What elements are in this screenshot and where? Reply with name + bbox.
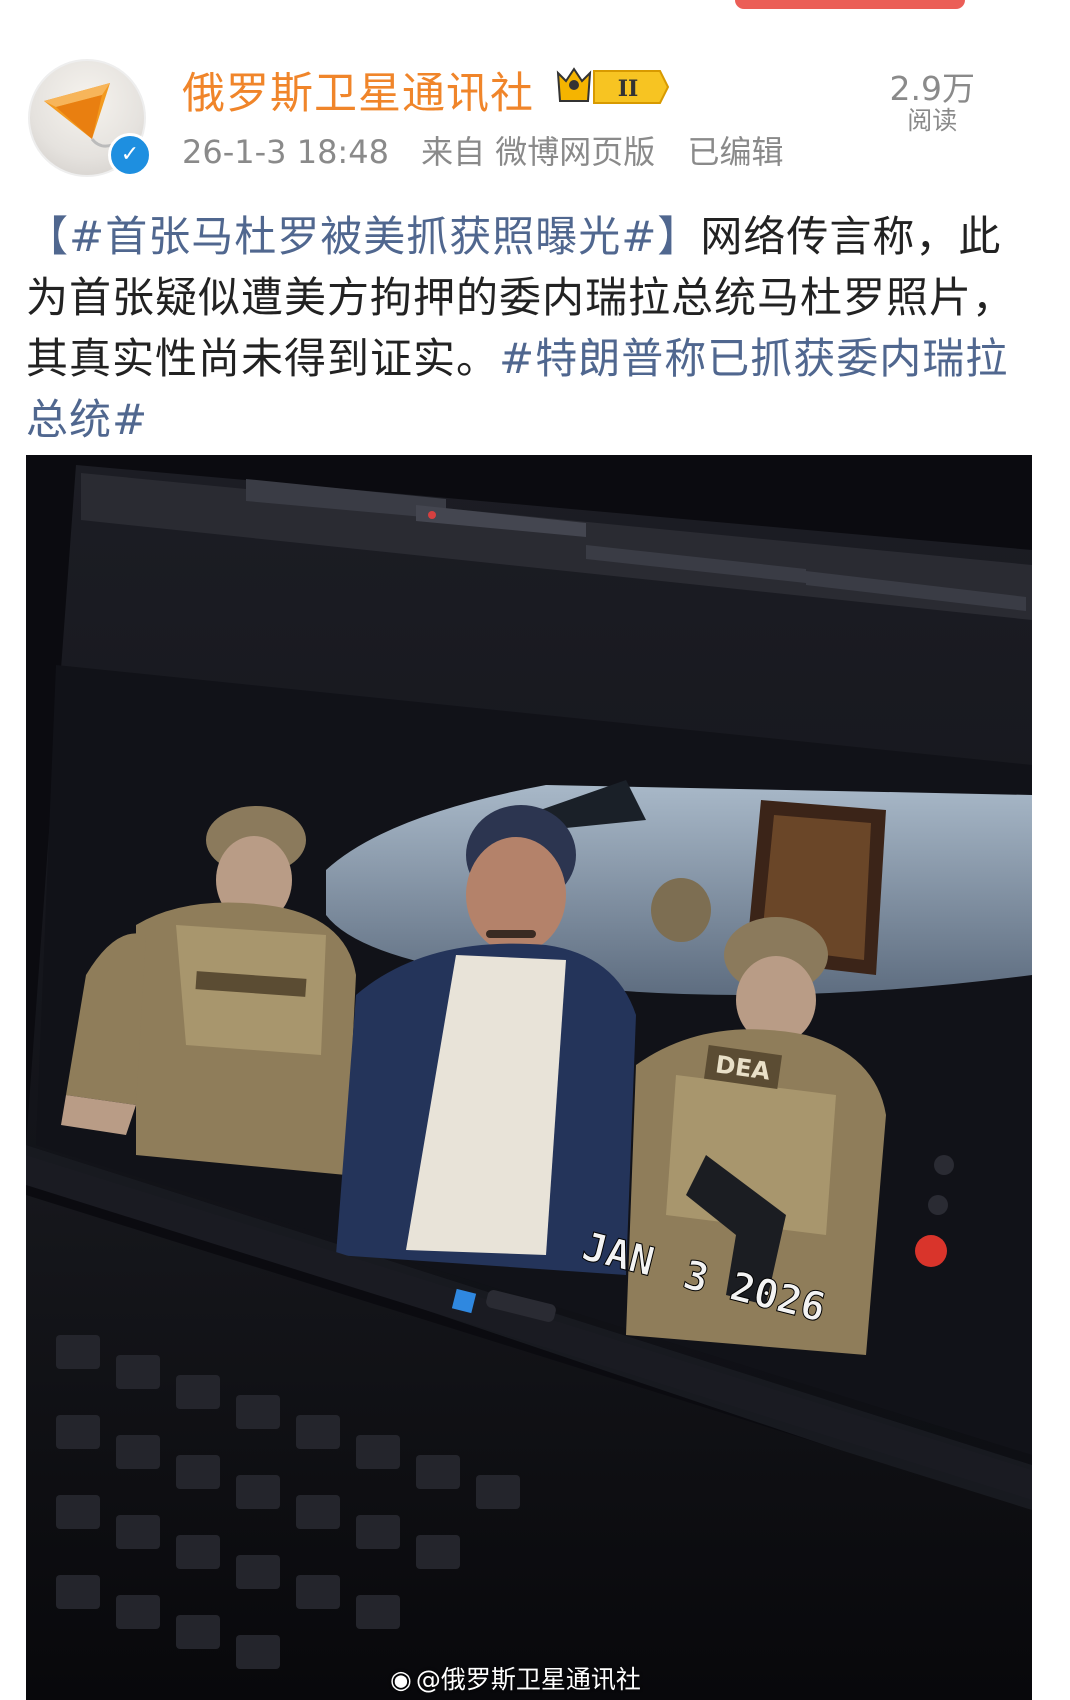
read-count: 2.9万 阅读: [890, 71, 975, 135]
author-name[interactable]: 俄罗斯卫星通讯社: [182, 59, 534, 121]
image-watermark: ◉ @俄罗斯卫星通讯社: [390, 1660, 641, 1696]
post-meta: 26-1-3 18:48 来自 微博网页版 已编辑: [182, 127, 805, 173]
edited-label[interactable]: 已编辑: [687, 133, 783, 171]
top-accent-bar: [735, 0, 965, 9]
read-count-number: 2.9万: [889, 69, 975, 108]
topic-link-1[interactable]: 【#首张马杜罗被美抓获照曝光#】: [26, 212, 700, 261]
post-image[interactable]: DEA JAN 3 2026: [26, 455, 1032, 1700]
post-source: 来自 微博网页版: [421, 133, 656, 171]
watermark-text: @俄罗斯卫星通讯社: [415, 1665, 641, 1694]
level-badge-label: II: [618, 76, 639, 102]
weibo-logo-icon: ◉: [390, 1665, 412, 1694]
post-timestamp: 26-1-3 18:48: [182, 133, 389, 171]
verified-badge-icon: ✓: [108, 133, 152, 177]
post-header: ✓ 俄罗斯卫星通讯社 II 26-1-3 18:48 来自 微博网页版 已编辑 …: [0, 55, 1070, 180]
post-text: 【#首张马杜罗被美抓获照曝光#】网络传言称，此为首张疑似遭美方拘押的委内瑞拉总统…: [26, 206, 1026, 450]
read-count-label: 阅读: [907, 106, 958, 135]
vip-crown-icon[interactable]: II: [552, 65, 670, 109]
